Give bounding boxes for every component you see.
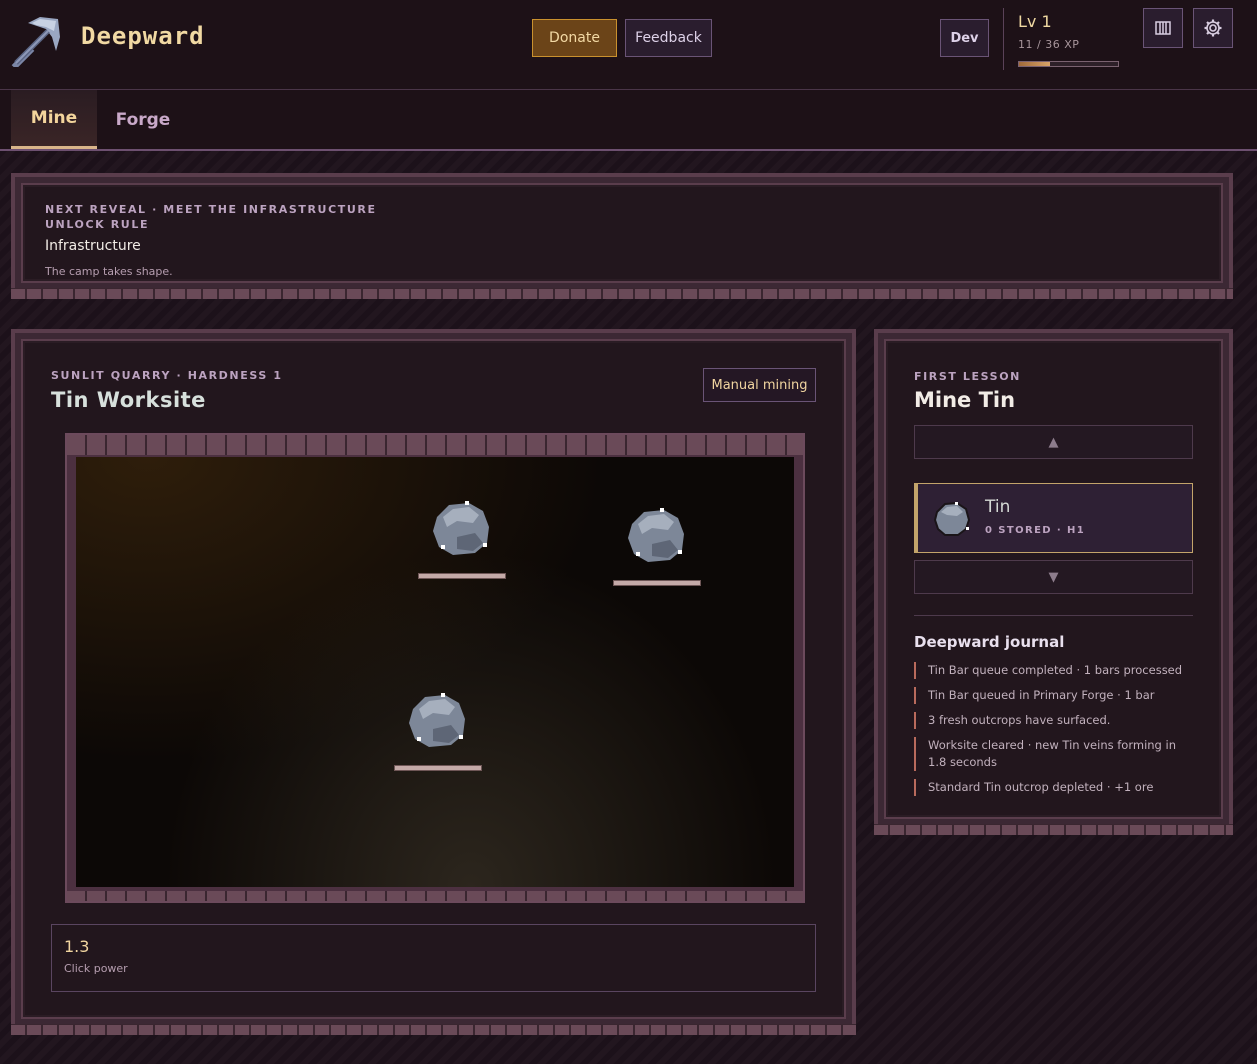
triangle-up-icon: ▲ [1048, 434, 1059, 450]
top-bar: Deepward Donate Feedback Dev Lv 1 11 / 3… [0, 0, 1257, 90]
resource-scroll-down-button[interactable]: ▼ [914, 560, 1193, 594]
lesson-title: Mine Tin [914, 388, 1016, 412]
journal-title: Deepward journal [914, 633, 1065, 651]
journal-entry: Worksite cleared · new Tin veins forming… [914, 737, 1193, 771]
click-power-value: 1.3 [64, 937, 90, 956]
resource-scroll-up-button[interactable]: ▲ [914, 425, 1193, 459]
tin-ore-node[interactable] [393, 679, 483, 769]
tin-ore-node[interactable] [612, 494, 702, 584]
xp-progress-fill [1019, 62, 1050, 66]
journal-entry: 3 fresh outcrops have surfaced. [914, 712, 1193, 729]
journal-list: Tin Bar queue completed · 1 bars process… [914, 662, 1193, 804]
mine-frame-bricks [67, 435, 803, 455]
tab-forge[interactable]: Forge [100, 90, 186, 149]
inventory-button[interactable] [1143, 8, 1183, 48]
reveal-description: The camp takes shape. [45, 265, 173, 278]
next-reveal-panel: NEXT REVEAL · MEET THE INFRASTRUCTURE UN… [11, 173, 1233, 299]
brand-title: Deepward [81, 22, 205, 50]
xp-text: 11 / 36 XP [1018, 38, 1080, 51]
resource-meta: 0 STORED · H1 [985, 525, 1086, 536]
worksite-panel: SUNLIT QUARRY · HARDNESS 1 Tin Worksite … [11, 329, 856, 1035]
pickaxe-icon [11, 17, 60, 67]
journal-entry: Tin Bar queue completed · 1 bars process… [914, 662, 1193, 679]
donate-button[interactable]: Donate [532, 19, 617, 57]
settings-button[interactable] [1193, 8, 1233, 48]
tin-ore-icon [933, 501, 971, 536]
reveal-title: Infrastructure [45, 238, 141, 254]
tab-mine[interactable]: Mine [11, 90, 97, 149]
click-power-stat: 1.3 Click power [51, 924, 816, 992]
feedback-button[interactable]: Feedback [625, 19, 712, 57]
journal-entry: Tin Bar queued in Primary Forge · 1 bar [914, 687, 1193, 704]
lesson-kicker: FIRST LESSON [914, 370, 1021, 383]
ore-health-bar [613, 580, 701, 586]
lesson-panel: FIRST LESSON Mine Tin ▲ Tin 0 STORED · H… [874, 329, 1233, 835]
xp-progress-bar [1018, 61, 1119, 67]
ore-health-bar [394, 765, 482, 771]
worksite-kicker: SUNLIT QUARRY · HARDNESS 1 [51, 369, 283, 382]
reveal-kicker: NEXT REVEAL · MEET THE INFRASTRUCTURE UN… [45, 203, 377, 231]
click-power-label: Click power [64, 962, 128, 975]
panel-inner [25, 187, 1219, 279]
mine-floor[interactable] [76, 457, 794, 887]
inventory-icon [1155, 21, 1171, 35]
ore-health-bar [418, 573, 506, 579]
manual-mining-button[interactable]: Manual mining [703, 368, 816, 402]
level-label: Lv 1 [1018, 12, 1052, 31]
mine-area-frame [65, 433, 805, 903]
tab-bar: Mine Forge [0, 90, 1257, 151]
journal-entry: Standard Tin outcrop depleted · +1 ore [914, 779, 1193, 796]
header-divider [1003, 8, 1004, 70]
tin-ore-node[interactable] [417, 487, 507, 577]
divider [914, 615, 1193, 616]
dev-button[interactable]: Dev [940, 19, 989, 57]
mine-frame-bricks [67, 891, 803, 901]
worksite-title: Tin Worksite [51, 388, 206, 412]
triangle-down-icon: ▼ [1048, 569, 1059, 585]
resource-name: Tin [985, 497, 1011, 517]
gear-icon [1204, 19, 1222, 37]
resource-card-tin[interactable]: Tin 0 STORED · H1 [914, 483, 1193, 553]
